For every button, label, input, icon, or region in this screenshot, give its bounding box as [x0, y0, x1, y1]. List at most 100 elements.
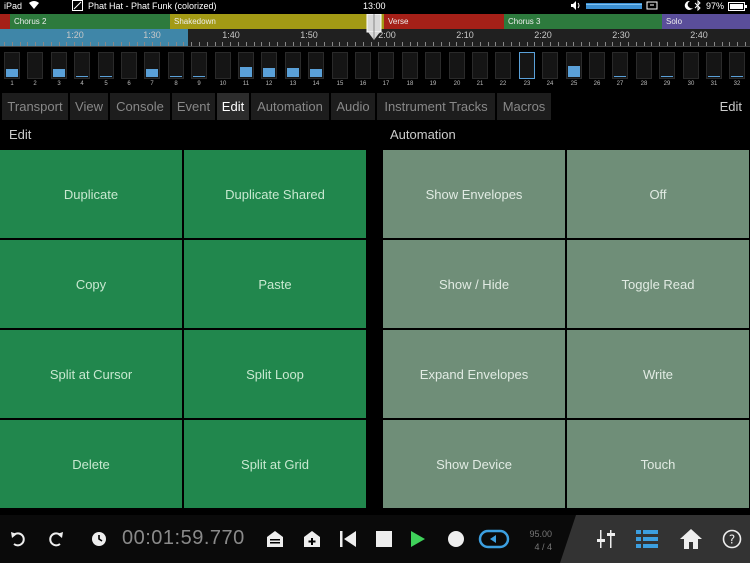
tab-instrument-tracks[interactable]: Instrument Tracks: [377, 93, 495, 120]
copy-button[interactable]: Copy: [0, 240, 182, 328]
help-icon[interactable]: ?: [720, 515, 744, 563]
mixer-icon[interactable]: [594, 515, 618, 563]
scene-pad[interactable]: [285, 52, 301, 79]
scene-pad[interactable]: [261, 52, 277, 79]
stop-icon[interactable]: [372, 515, 396, 563]
home-icon[interactable]: [678, 515, 704, 563]
song-title: Phat Hat - Phat Funk (colorized): [88, 1, 217, 11]
timeline-label: 2:20: [534, 30, 552, 40]
list-view-icon[interactable]: [634, 515, 660, 563]
scene-pad[interactable]: [378, 52, 394, 79]
marker-chorus-3[interactable]: Chorus 3: [504, 14, 662, 29]
tab-macros[interactable]: Macros: [497, 93, 551, 120]
timeline-tick: [316, 42, 317, 46]
scene-pad[interactable]: [168, 52, 184, 79]
scene-pad[interactable]: [215, 52, 231, 79]
tab-audio[interactable]: Audio: [331, 93, 375, 120]
marker-prev[interactable]: [0, 14, 10, 29]
tab-automation[interactable]: Automation: [251, 93, 329, 120]
scene-pad[interactable]: [402, 52, 418, 79]
scene-pad[interactable]: [74, 52, 90, 79]
time-signature[interactable]: 4 / 4: [522, 542, 552, 552]
timeline-tick: [527, 42, 528, 46]
wifi-icon: [28, 0, 40, 12]
rewind-icon[interactable]: [336, 515, 360, 563]
write-button[interactable]: Write: [567, 330, 749, 418]
off-button[interactable]: Off: [567, 150, 749, 238]
scene-pad[interactable]: [542, 52, 558, 79]
show-hide-button[interactable]: Show / Hide: [383, 240, 565, 328]
split-at-cursor-button[interactable]: Split at Cursor: [0, 330, 182, 418]
scene-pad[interactable]: [659, 52, 675, 79]
duplicate-shared-button[interactable]: Duplicate Shared: [184, 150, 366, 238]
scene-pad[interactable]: [332, 52, 348, 79]
tempo-display[interactable]: 95.00: [522, 529, 552, 539]
tab-edit[interactable]: Edit: [217, 93, 249, 120]
scene-pad[interactable]: [144, 52, 160, 79]
expand-envelopes-button[interactable]: Expand Envelopes: [383, 330, 565, 418]
edit-mode-button[interactable]: Edit: [720, 93, 742, 120]
timeline-tick: [113, 42, 114, 46]
scene-pad[interactable]: [706, 52, 722, 79]
playhead[interactable]: [366, 13, 382, 40]
scene-pad[interactable]: [566, 52, 582, 79]
scene-pad[interactable]: [4, 52, 20, 79]
split-at-grid-button[interactable]: Split at Grid: [184, 420, 366, 508]
marker-label: Shakedown: [174, 17, 216, 26]
timeline-tick: [20, 42, 21, 46]
clock-icon[interactable]: [88, 515, 110, 563]
pad-number: 29: [663, 81, 671, 87]
marker-list-icon[interactable]: [263, 515, 287, 563]
scene-pad[interactable]: [355, 52, 371, 79]
scene-pad[interactable]: [238, 52, 254, 79]
scene-pad[interactable]: [519, 52, 535, 79]
scene-pad[interactable]: [308, 52, 324, 79]
duplicate-button[interactable]: Duplicate: [0, 150, 182, 238]
timeline-tick: [254, 42, 255, 46]
redo-icon[interactable]: [42, 515, 68, 563]
scene-pad[interactable]: [51, 52, 67, 79]
scene-pad[interactable]: [495, 52, 511, 79]
tab-view[interactable]: View: [70, 93, 108, 120]
marker-label: Verse: [388, 17, 409, 26]
pad-level: [661, 76, 673, 77]
show-device-button[interactable]: Show Device: [383, 420, 565, 508]
marker-chorus-2[interactable]: Chorus 2: [10, 14, 170, 29]
pad-number: 9: [197, 81, 201, 87]
scene-pad[interactable]: [191, 52, 207, 79]
tab-transport[interactable]: Transport: [2, 93, 68, 120]
undo-icon[interactable]: [6, 515, 32, 563]
play-icon[interactable]: [406, 515, 430, 563]
marker-solo[interactable]: Solo: [662, 14, 750, 29]
show-envelopes-button[interactable]: Show Envelopes: [383, 150, 565, 238]
scene-pad[interactable]: [121, 52, 137, 79]
position-display[interactable]: 00:01:59.770: [122, 527, 245, 550]
timeline-tick: [74, 42, 75, 46]
timeline-tick: [573, 42, 574, 46]
delete-button[interactable]: Delete: [0, 420, 182, 508]
paste-button[interactable]: Paste: [184, 240, 366, 328]
scene-pad[interactable]: [98, 52, 114, 79]
marker-shakedown[interactable]: Shakedown: [170, 14, 384, 29]
split-loop-button[interactable]: Split Loop: [184, 330, 366, 418]
timeline-tick: [503, 42, 504, 46]
add-marker-icon[interactable]: [300, 515, 324, 563]
loop-icon[interactable]: [478, 515, 510, 563]
tab-console[interactable]: Console: [110, 93, 170, 120]
scene-pad[interactable]: [589, 52, 605, 79]
pad-number: 30: [687, 81, 695, 87]
scene-pad[interactable]: [425, 52, 441, 79]
scene-pad[interactable]: [27, 52, 43, 79]
pad-number: 15: [336, 81, 344, 87]
touch-button[interactable]: Touch: [567, 420, 749, 508]
tab-event[interactable]: Event: [172, 93, 215, 120]
scene-pad[interactable]: [683, 52, 699, 79]
scene-pad[interactable]: [636, 52, 652, 79]
scene-pad[interactable]: [612, 52, 628, 79]
scene-pad[interactable]: [449, 52, 465, 79]
marker-verse[interactable]: Verse: [384, 14, 504, 29]
scene-pad[interactable]: [472, 52, 488, 79]
toggle-read-button[interactable]: Toggle Read: [567, 240, 749, 328]
record-icon[interactable]: [444, 515, 468, 563]
scene-pad[interactable]: [729, 52, 745, 79]
